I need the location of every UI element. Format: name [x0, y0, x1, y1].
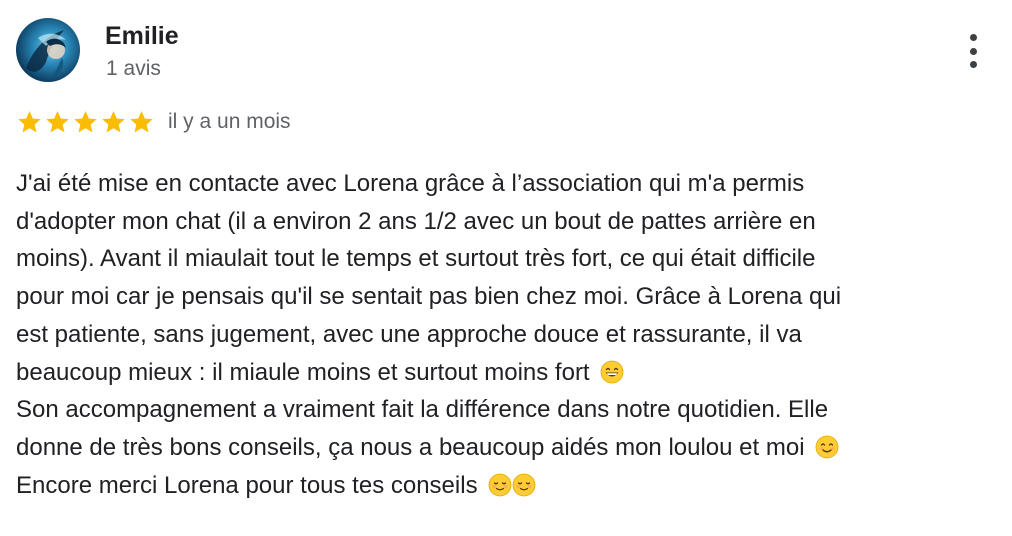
review-line: d'adopter mon chat (il a environ 2 ans 1… [16, 207, 816, 235]
more-options-button[interactable] [958, 30, 988, 72]
smiling-face-with-smiling-eyes-icon [815, 435, 839, 459]
review-date: il y a un mois [168, 110, 291, 133]
review-line: est patiente, sans jugement, avec une ap… [16, 320, 802, 348]
review-count: 1 avis [106, 57, 161, 80]
review-line: moins). Avant il miaulait tout le temps … [16, 245, 816, 273]
author-name[interactable]: Emilie [105, 20, 179, 52]
review-line: J'ai été mise en contacte avec Lorena gr… [16, 170, 805, 197]
rating-row: il y a un mois [16, 107, 291, 137]
smiling-face-icon [512, 473, 536, 497]
star-icon [130, 110, 153, 132]
review-line: beaucoup mieux : il miaule moins et surt… [16, 354, 991, 392]
review-line: donne de très bons conseils, ça nous a b… [16, 429, 991, 467]
star-icon [18, 110, 41, 132]
grinning-face-with-smiling-eyes-icon [600, 360, 624, 383]
star-icon [46, 110, 69, 132]
smiling-face-icon [488, 473, 512, 497]
avatar[interactable] [16, 18, 80, 82]
review-line: pour moi car je pensais qu'il se sentait… [16, 283, 842, 311]
review-line: Encore merci Lorena pour tous tes consei… [16, 467, 991, 505]
review-line: Son accompagnement a vraiment fait la di… [16, 396, 829, 424]
star-icon [74, 110, 97, 132]
review-text: J'ai été mise en contacte avec Lorena gr… [16, 165, 991, 504]
star-rating [16, 109, 155, 136]
more-vert-icon [969, 34, 977, 41]
star-icon [102, 110, 125, 132]
review-card: Emilie 1 avis il y a un mois J'ai été mi… [0, 0, 1012, 536]
